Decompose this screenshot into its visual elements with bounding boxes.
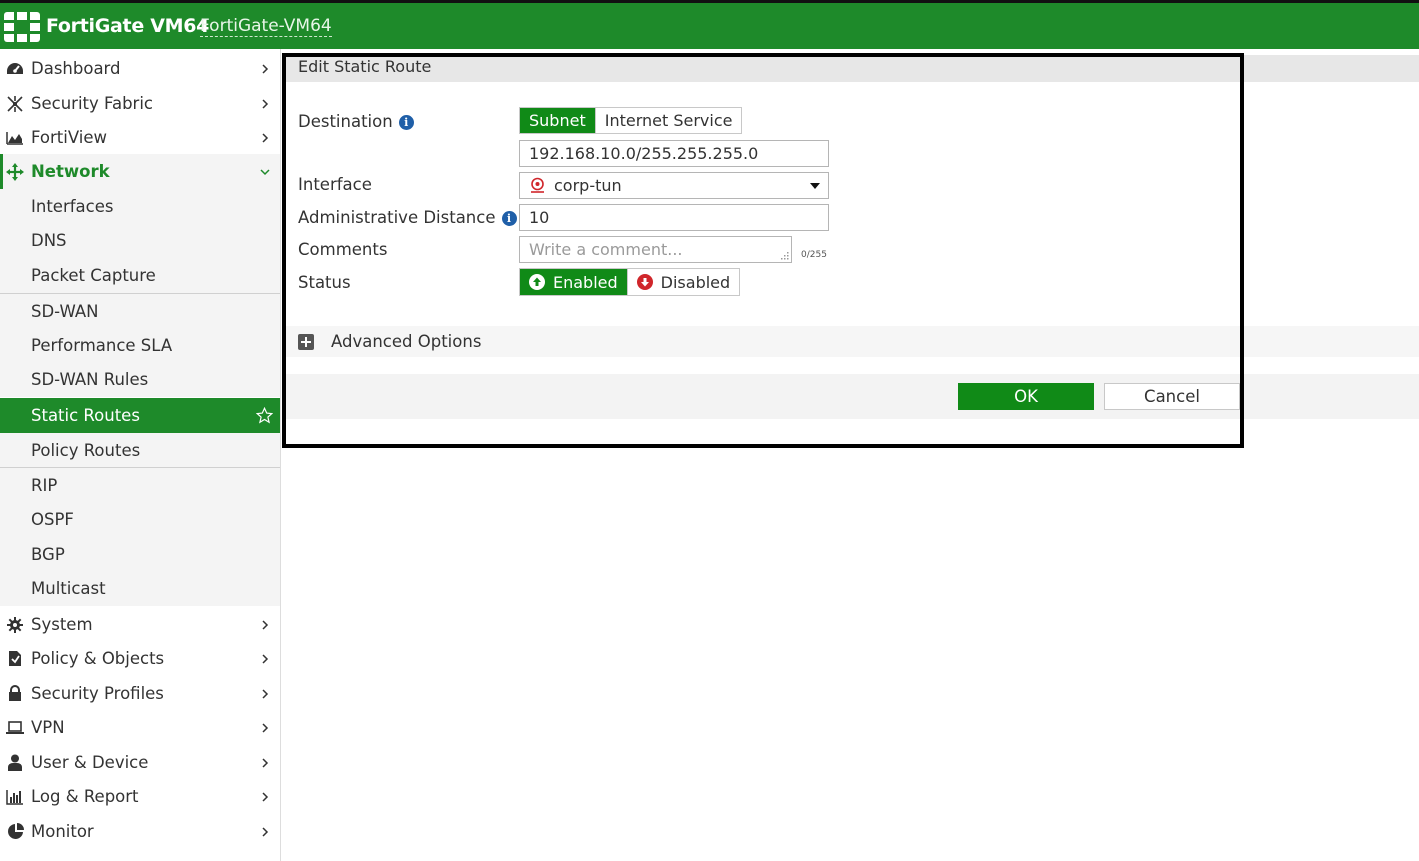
chevron-right-icon bbox=[262, 791, 269, 802]
chevron-down-icon bbox=[260, 168, 270, 175]
dialog-highlight-frame bbox=[282, 53, 1244, 448]
sidebar-item-policy-routes[interactable]: Policy Routes bbox=[0, 433, 280, 468]
sidebar-item-rip[interactable]: RIP bbox=[0, 467, 280, 502]
sidebar-item-vpn[interactable]: VPN bbox=[0, 710, 280, 745]
pie-chart-icon bbox=[5, 822, 25, 842]
sidebar-item-system[interactable]: System bbox=[0, 607, 280, 642]
sidebar-item-interfaces[interactable]: Interfaces bbox=[0, 189, 280, 224]
sidebar-item-sd-wan-rules[interactable]: SD-WAN Rules bbox=[0, 362, 280, 397]
gear-icon bbox=[5, 615, 25, 635]
policy-objects-icon bbox=[5, 649, 25, 669]
fortiview-icon bbox=[5, 128, 25, 148]
sidebar-item-multicast[interactable]: Multicast bbox=[0, 571, 280, 606]
sidebar: Dashboard Security Fabric FortiView Netw… bbox=[0, 49, 281, 861]
sidebar-item-fortiview[interactable]: FortiView bbox=[0, 120, 280, 155]
hostname-link[interactable]: FortiGate-VM64 bbox=[200, 16, 332, 37]
chevron-right-icon bbox=[262, 688, 269, 699]
sidebar-item-dns[interactable]: DNS bbox=[0, 223, 280, 258]
sidebar-item-performance-sla[interactable]: Performance SLA bbox=[0, 328, 280, 363]
sidebar-item-security-profiles[interactable]: Security Profiles bbox=[0, 676, 280, 711]
fortinet-logo-icon[interactable] bbox=[4, 12, 40, 42]
sidebar-item-packet-capture[interactable]: Packet Capture bbox=[0, 258, 280, 293]
chevron-right-icon bbox=[262, 653, 269, 664]
chevron-right-icon bbox=[262, 757, 269, 768]
chevron-right-icon bbox=[262, 98, 269, 109]
lock-icon bbox=[5, 684, 25, 704]
sidebar-item-dashboard[interactable]: Dashboard bbox=[0, 51, 280, 86]
sidebar-item-security-fabric[interactable]: Security Fabric bbox=[0, 86, 280, 121]
sidebar-item-log-report[interactable]: Log & Report bbox=[0, 779, 280, 814]
bar-chart-icon bbox=[5, 787, 25, 807]
chevron-right-icon bbox=[262, 619, 269, 630]
security-fabric-icon bbox=[5, 94, 25, 114]
sidebar-item-static-routes[interactable]: Static Routes bbox=[0, 398, 280, 433]
brand-title: FortiGate VM64 bbox=[46, 15, 210, 37]
sidebar-item-user-device[interactable]: User & Device bbox=[0, 745, 280, 780]
sidebar-item-network[interactable]: Network bbox=[0, 154, 280, 189]
chevron-right-icon bbox=[262, 132, 269, 143]
star-icon[interactable] bbox=[256, 407, 273, 424]
sidebar-item-bgp[interactable]: BGP bbox=[0, 537, 280, 572]
sidebar-item-sd-wan[interactable]: SD-WAN bbox=[0, 293, 280, 328]
sidebar-item-monitor[interactable]: Monitor bbox=[0, 814, 280, 849]
chevron-right-icon bbox=[262, 63, 269, 74]
network-icon bbox=[5, 162, 25, 182]
top-bar: FortiGate VM64 FortiGate-VM64 bbox=[0, 0, 1419, 49]
dashboard-icon bbox=[5, 59, 25, 79]
laptop-icon bbox=[5, 718, 25, 738]
chevron-right-icon bbox=[262, 826, 269, 837]
chevron-right-icon bbox=[262, 722, 269, 733]
sidebar-item-policy-objects[interactable]: Policy & Objects bbox=[0, 641, 280, 676]
sidebar-item-ospf[interactable]: OSPF bbox=[0, 502, 280, 537]
user-icon bbox=[5, 753, 25, 773]
